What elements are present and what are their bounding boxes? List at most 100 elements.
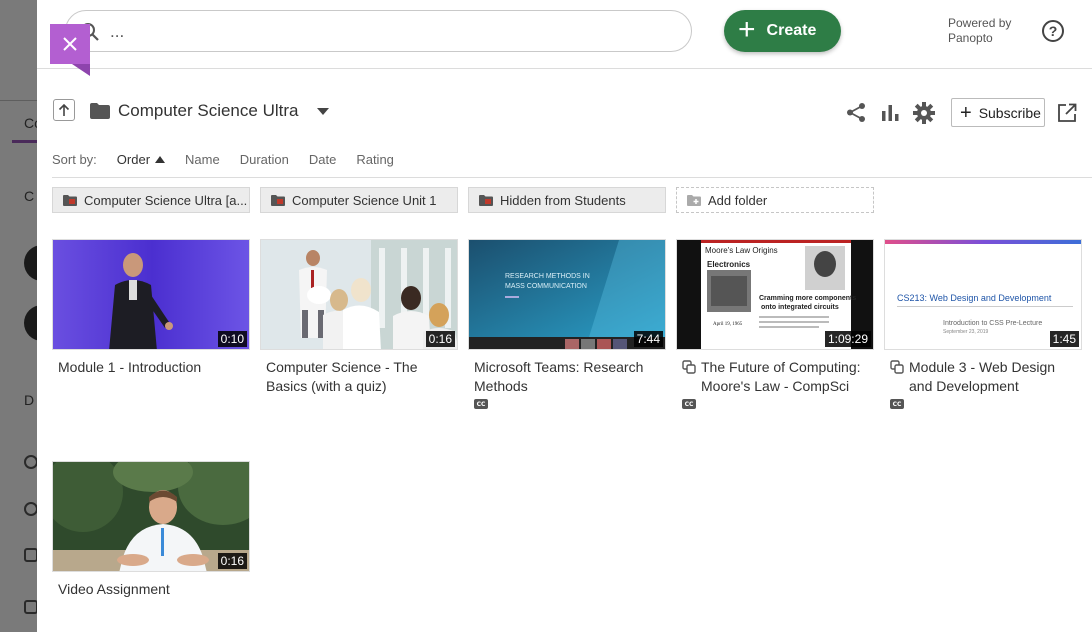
add-folder-icon — [687, 194, 701, 206]
powered-by: Powered by Panopto — [948, 16, 1011, 46]
help-button[interactable]: ? — [1042, 20, 1064, 42]
thumbnail-text: Moore's Law Origins — [705, 246, 778, 255]
thumbnail-text: September 23, 2019 — [943, 329, 989, 335]
sort-option-rating[interactable]: Rating — [356, 152, 394, 167]
linked-session-icon — [682, 360, 696, 374]
video-title[interactable]: Microsoft Teams: Research Methods — [468, 358, 666, 396]
linked-session-icon — [890, 360, 904, 374]
sort-option-duration[interactable]: Duration — [240, 152, 289, 167]
folder-icon — [479, 194, 493, 206]
subfolder-name: Hidden from Students — [500, 192, 626, 208]
stats-icon[interactable] — [881, 102, 900, 122]
thumbnail-text: onto integrated circuits — [761, 304, 839, 311]
external-link-icon[interactable] — [1057, 103, 1077, 123]
video-title-text: Module 3 - Web Design and Development — [909, 359, 1056, 394]
sort-option-order[interactable]: Order — [116, 152, 166, 167]
video-title[interactable]: Video Assignment — [52, 580, 250, 599]
divider — [52, 177, 1092, 178]
captions-icon: CC — [682, 399, 696, 409]
subfolder-chip[interactable]: Computer Science Unit 1 — [260, 187, 458, 213]
subfolder-chip[interactable]: Computer Science Ultra [a... — [52, 187, 250, 213]
video-duration: 7:44 — [633, 331, 663, 347]
sort-option-name[interactable]: Name — [185, 152, 220, 167]
video-card[interactable]: CS213: Web Design and Development Introd… — [884, 239, 1082, 409]
top-bar: + Create Powered by Panopto ? — [37, 0, 1092, 69]
thumbnail-text: MASS COMMUNICATION — [505, 283, 587, 290]
video-thumbnail[interactable]: CS213: Web Design and Development Introd… — [884, 239, 1082, 350]
powered-by-line1: Powered by — [948, 16, 1012, 30]
sort-option-label: Order — [116, 152, 151, 167]
thumbnail-text: Cramming more components — [759, 295, 856, 302]
parent-folder-button[interactable] — [53, 99, 75, 121]
thumbnail-text: Introduction to CSS Pre-Lecture — [943, 320, 1042, 327]
up-arrow-icon — [58, 103, 70, 116]
video-card[interactable]: Moore's Law Origins Electronics Cramming… — [676, 239, 874, 409]
video-card[interactable]: 0:10 Module 1 - Introduction — [52, 239, 250, 377]
powered-by-line2: Panopto — [948, 31, 993, 45]
folder-icon — [271, 194, 285, 206]
video-duration: 0:16 — [217, 553, 247, 569]
video-thumbnail[interactable]: 0:10 — [52, 239, 250, 350]
captions-icon: CC — [474, 399, 488, 409]
folder-icon — [90, 103, 110, 119]
group-icon — [24, 502, 38, 516]
video-duration: 0:10 — [217, 331, 247, 347]
sort-bar: Sort by: Order Name Duration Date Rating — [52, 152, 414, 167]
video-card[interactable]: RESEARCH METHODS IN MASS COMMUNICATION 7… — [468, 239, 666, 409]
video-thumbnail[interactable]: 0:16 — [52, 461, 250, 572]
user-icon — [24, 455, 38, 469]
video-title[interactable]: Module 3 - Web Design and Development — [884, 358, 1082, 396]
search-box[interactable] — [65, 10, 692, 52]
thumbnail-text: April 19, 1965 — [713, 322, 743, 327]
lock-icon — [24, 600, 38, 614]
share-icon[interactable] — [846, 102, 867, 123]
add-folder-label: Add folder — [708, 192, 768, 208]
video-card[interactable]: 0:16 Computer Science - The Basics (with… — [260, 239, 458, 396]
search-input[interactable] — [110, 20, 670, 44]
video-duration: 1:09:29 — [824, 331, 871, 347]
video-title[interactable]: Module 1 - Introduction — [52, 358, 250, 377]
folder-title: Computer Science Ultra — [118, 101, 299, 120]
thumbnail-text: RESEARCH METHODS IN — [505, 273, 590, 280]
close-button-tail — [72, 64, 90, 76]
sort-ascending-icon — [155, 156, 166, 163]
plus-icon: + — [960, 101, 972, 124]
thumbnail-text: Electronics — [707, 260, 751, 269]
video-duration: 1:45 — [1049, 331, 1079, 347]
background-text: C — [24, 188, 35, 204]
video-thumbnail[interactable]: RESEARCH METHODS IN MASS COMMUNICATION 7… — [468, 239, 666, 350]
subscribe-label: Subscribe — [978, 104, 1041, 121]
create-label: Create — [766, 22, 817, 39]
video-title[interactable]: The Future of Computing: Moore's Law - C… — [676, 358, 874, 396]
video-card[interactable]: 0:16 Video Assignment — [52, 461, 250, 599]
video-title-text: Computer Science - The Basics (with a qu… — [266, 359, 418, 394]
video-title[interactable]: Computer Science - The Basics (with a qu… — [260, 358, 458, 396]
image-icon — [24, 548, 38, 562]
panopto-panel: + Create Powered by Panopto ? Computer S… — [37, 0, 1092, 632]
add-folder-button[interactable]: Add folder — [676, 187, 874, 213]
plus-icon: + — [738, 12, 756, 46]
video-thumbnail[interactable]: Moore's Law Origins Electronics Cramming… — [676, 239, 874, 350]
close-icon — [63, 37, 77, 51]
thumbnail-text: CS213: Web Design and Development — [897, 293, 1052, 303]
subfolder-name: Computer Science Ultra [a... — [84, 192, 248, 208]
sort-option-date[interactable]: Date — [309, 152, 336, 167]
subfolder-chip[interactable]: Hidden from Students — [468, 187, 666, 213]
background-text: D — [24, 392, 35, 408]
subscribe-button[interactable]: + Subscribe — [951, 98, 1045, 127]
video-thumbnail[interactable]: 0:16 — [260, 239, 458, 350]
close-button[interactable] — [50, 24, 90, 64]
subfolder-name: Computer Science Unit 1 — [292, 192, 437, 208]
video-title-text: Microsoft Teams: Research Methods — [474, 359, 644, 394]
video-title-text: Module 1 - Introduction — [58, 359, 202, 375]
captions-icon: CC — [890, 399, 904, 409]
folder-icon — [63, 194, 77, 206]
folder-dropdown-caret-icon[interactable] — [317, 108, 329, 115]
help-icon: ? — [1048, 23, 1058, 39]
settings-icon[interactable] — [913, 102, 935, 124]
video-title-text: Video Assignment — [58, 581, 170, 597]
sort-label: Sort by: — [52, 152, 97, 167]
create-button[interactable]: + Create — [724, 10, 841, 52]
video-title-text: The Future of Computing: Moore's Law - C… — [701, 359, 861, 394]
video-duration: 0:16 — [425, 331, 455, 347]
